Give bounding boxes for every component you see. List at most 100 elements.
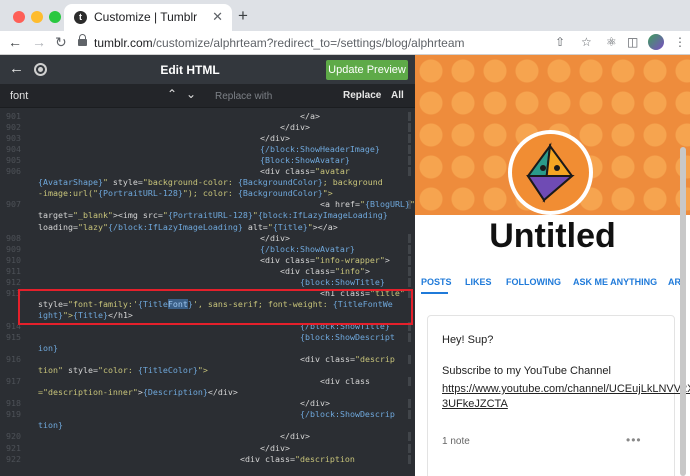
code-text: {AvatarShape}" style="background-color: … <box>38 177 383 188</box>
extensions-icon[interactable]: ⚛ <box>606 35 617 49</box>
code-text: tion} <box>38 420 63 431</box>
code-line[interactable]: 908 </div> <box>0 233 415 244</box>
code-line[interactable]: loading="lazy"{/block:IfLazyImageLoading… <box>0 222 415 233</box>
line-number: 921 <box>6 442 21 453</box>
code-token: "color: <box>97 365 138 376</box>
tab-close-icon[interactable]: ✕ <box>212 9 223 25</box>
highlight-annotation-box <box>18 289 413 325</box>
avatar-image <box>512 134 589 211</box>
window-close-button[interactable] <box>13 11 25 23</box>
code-line[interactable]: 903 </div> <box>0 133 415 144</box>
code-line[interactable]: 909 {/block:ShowAvatar} <box>0 244 415 255</box>
code-line[interactable]: 901 </a> <box>0 111 415 122</box>
code-line[interactable]: {AvatarShape}" style="background-color: … <box>0 177 415 188</box>
code-line[interactable]: 912 {block:ShowTitle} <box>0 277 415 288</box>
back-arrow-icon[interactable]: ← <box>9 60 24 77</box>
code-line[interactable]: 907 <a href="{BlogURL}" <box>0 199 415 210</box>
update-preview-button[interactable]: Update Preview <box>326 60 408 80</box>
blog-nav: POSTS LIKES FOLLOWING ASK ME ANYTHING AR <box>421 277 690 291</box>
blog-logo-icon <box>526 142 575 203</box>
preview-scrollbar[interactable] <box>680 147 686 476</box>
editor-title: Edit HTML <box>160 63 220 77</box>
code-token: {BlogURL} <box>364 199 410 210</box>
code-line[interactable]: 920 </div> <box>0 431 415 442</box>
more-icon[interactable]: ⋮ <box>674 35 686 49</box>
code-line[interactable]: 906 <div class="avatar <box>0 166 415 177</box>
post-link[interactable]: https://www.youtube.com/channel/UCEujLkL… <box>442 382 690 412</box>
code-line[interactable]: 911 <div class="info"> <box>0 266 415 277</box>
post-notes-count[interactable]: 1 note <box>442 436 470 447</box>
gear-icon[interactable] <box>34 63 47 76</box>
browser-tab[interactable]: t Customize | Tumblr ✕ <box>64 4 232 31</box>
code-token: <div class= <box>240 453 295 464</box>
code-line[interactable]: 910 <div class="info-wrapper"> <box>0 255 415 266</box>
sidebar-icon[interactable]: ◫ <box>627 35 638 49</box>
nav-likes[interactable]: LIKES <box>465 277 492 287</box>
code-line[interactable]: 921 </div> <box>0 443 415 454</box>
code-token: {TitleColor} <box>137 365 198 376</box>
url-field[interactable]: tumblr.com/customize/alphrteam?redirect_… <box>74 33 544 53</box>
share-icon[interactable]: ⇧ <box>555 35 565 49</box>
avatar[interactable] <box>508 130 593 215</box>
code-line[interactable]: target="_blank"><img src="{PortraitURL-1… <box>0 210 415 221</box>
code-line[interactable]: 916 <div class="descrip <box>0 354 415 365</box>
code-line[interactable]: ion} <box>0 343 415 354</box>
nav-posts[interactable]: POSTS <box>421 277 452 287</box>
code-token: "descrip <box>354 354 395 365</box>
code-text: -image:url("{PortraitURL-128}"); color: … <box>38 188 333 199</box>
back-arrow-icon[interactable]: ← <box>8 34 22 50</box>
code-text: <div class <box>320 376 370 387</box>
code-line[interactable]: tion} <box>0 420 415 431</box>
find-input[interactable] <box>4 86 159 106</box>
profile-avatar[interactable] <box>648 34 664 50</box>
code-line[interactable]: ="description-inner">{Description}</div> <box>0 387 415 398</box>
code-text: <div class="descrip <box>300 354 395 365</box>
code-token: </div> <box>260 133 290 144</box>
code-token: <div class= <box>280 265 335 276</box>
line-number: 903 <box>6 133 21 144</box>
code-token: ></a> <box>312 221 338 232</box>
post-title: Hey! Sup? <box>442 334 494 346</box>
tumblr-favicon-icon: t <box>74 11 87 24</box>
code-line[interactable]: 922 <div class="description <box>0 454 415 465</box>
fold-marker <box>408 112 411 121</box>
code-line[interactable]: 905 {Block:ShowAvatar} <box>0 155 415 166</box>
code-token: target= <box>38 210 73 221</box>
code-text: <div class="description <box>240 454 355 465</box>
replace-button[interactable]: Replace <box>343 90 381 101</box>
chevron-down-icon[interactable]: ⌄ <box>186 87 196 101</box>
code-token: ><img src= <box>112 210 163 221</box>
chevron-up-icon[interactable]: ⌃ <box>167 87 177 101</box>
lock-icon[interactable] <box>78 34 87 47</box>
reload-icon[interactable]: ↻ <box>55 34 67 51</box>
post-more-icon[interactable]: ••• <box>626 433 642 447</box>
code-token: "> <box>197 365 208 376</box>
code-token: {Title} <box>272 221 308 232</box>
code-token: loading= <box>38 221 78 232</box>
new-tab-button[interactable]: + <box>238 6 248 26</box>
code-line[interactable]: 915 {block:ShowDescript <box>0 332 415 343</box>
code-text: </a> <box>300 111 320 122</box>
replace-all-button[interactable]: All <box>391 90 404 101</box>
code-line[interactable]: 902 </div> <box>0 122 415 133</box>
nav-ask-me-anything[interactable]: ASK ME ANYTHING <box>573 277 657 287</box>
line-number: 909 <box>6 243 21 254</box>
fold-marker <box>408 244 411 254</box>
replace-input[interactable] <box>210 86 340 106</box>
forward-arrow-icon[interactable]: → <box>32 34 46 50</box>
code-line[interactable]: 918 </div> <box>0 398 415 409</box>
code-line[interactable]: 904 {/block:ShowHeaderImage} <box>0 144 415 155</box>
code-line[interactable]: tion" style="color: {TitleColor}"> <box>0 365 415 376</box>
nav-following[interactable]: FOLLOWING <box>506 277 561 287</box>
code-line[interactable]: 917 <div class <box>0 376 415 387</box>
code-text: <div class="avatar <box>260 166 350 177</box>
code-token: {/block:ShowDescrip <box>300 409 395 420</box>
code-line[interactable]: -image:url("{PortraitURL-128}"); color: … <box>0 188 415 199</box>
window-minimize-button[interactable] <box>31 11 43 23</box>
code-token: > <box>384 254 390 265</box>
window-maximize-button[interactable] <box>49 11 61 23</box>
star-icon[interactable]: ☆ <box>581 35 592 49</box>
code-line[interactable]: 919 {/block:ShowDescrip <box>0 409 415 420</box>
code-text: {/block:ShowHeaderImage} <box>260 144 380 155</box>
code-text: </div> <box>260 133 290 144</box>
